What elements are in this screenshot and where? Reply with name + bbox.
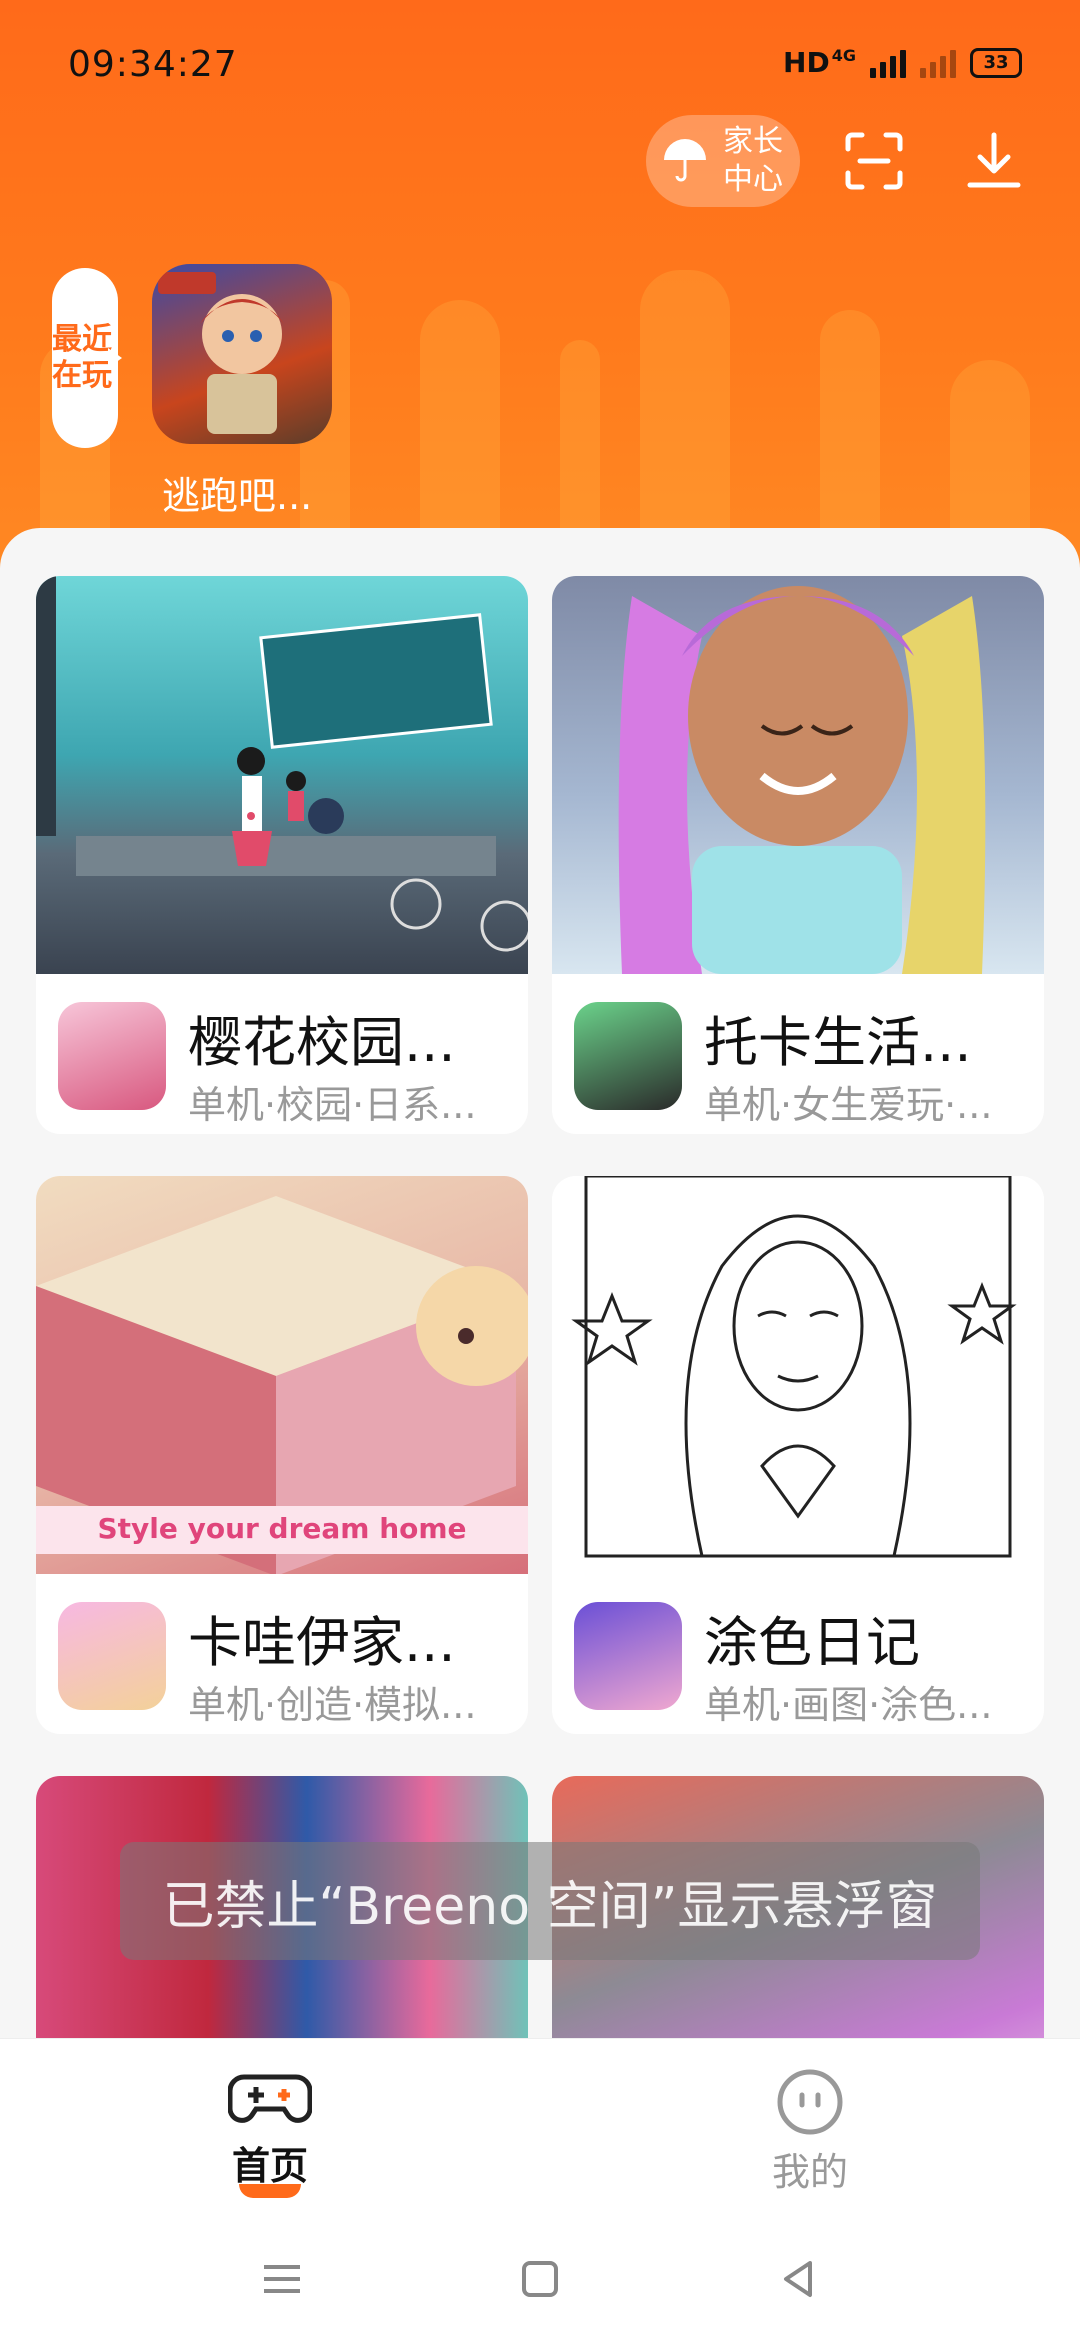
status-bar: 09:34:27 HD 4G 33 [0,0,1080,130]
game-title: 托卡生活... [704,1011,972,1074]
hd-indicator: HD [783,46,830,79]
recent-game-name[interactable]: 逃跑吧... [162,465,362,520]
nav-mine[interactable]: 我的 [710,2067,910,2196]
bottom-navigation: 首页 我的 [0,2038,1080,2219]
menu-icon [264,2265,300,2293]
network-type: 4G [831,46,856,65]
umbrella-icon [658,132,712,190]
game-tags: 单机·创造·模拟... [188,1683,477,1727]
game-card[interactable]: 樱花校园... 单机·校园·日系... [36,576,528,1134]
back-triangle-icon [784,2261,812,2297]
game-card[interactable]: 涂色日记 单机·画图·涂色... [552,1176,1044,1734]
recent-apps-button[interactable] [252,2254,312,2304]
game-screenshot: Style your dream home [36,1176,528,1574]
game-screenshot [552,576,1044,974]
gamepad-icon [228,2074,312,2123]
game-icon [58,1602,166,1710]
active-tab-indicator [239,2184,301,2198]
game-feed: 樱花校园... 单机·校园·日系... 托卡生活... 单机·女生爱玩·... [0,528,1080,2038]
signal-strength-sim2-icon [920,48,956,78]
game-info: 樱花校园... 单机·校园·日系... [36,974,528,1134]
game-tags: 单机·女生爱玩·... [704,1083,993,1127]
smiley-icon [777,2069,843,2135]
game-icon [58,1002,166,1110]
download-button[interactable] [948,115,1040,207]
download-icon [967,132,1021,188]
game-icon [574,1002,682,1110]
game-icon [574,1602,682,1710]
game-tags: 单机·校园·日系... [188,1083,477,1127]
svg-text:Style your dream home: Style your dream home [97,1512,466,1545]
system-navigation-bar [0,2218,1080,2340]
game-screenshot [552,1176,1044,1574]
game-info: 托卡生活... 单机·女生爱玩·... [552,974,1044,1134]
battery-icon: 33 [970,47,1022,78]
recently-played-tag: 最近在玩 [52,268,122,448]
game-title: 涂色日记 [704,1611,920,1674]
game-tags: 单机·画图·涂色... [704,1683,993,1727]
game-info: 卡哇伊家... 单机·创造·模拟... [36,1574,528,1734]
recent-game-icon[interactable] [152,264,332,444]
status-icons: HD 4G 33 [783,46,1022,79]
top-actions: 家长中心 [646,115,1040,207]
game-title: 樱花校园... [188,1011,456,1074]
clock: 09:34:27 [68,44,238,85]
nav-home-label: 首页 [231,2144,308,2188]
signal-strength-icon [870,48,906,78]
scan-button[interactable] [828,115,920,207]
game-card[interactable]: Style your dream home 卡哇伊家... 单机·创造·模拟..… [36,1176,528,1734]
parent-center-label: 家长中心 [723,124,783,197]
game-screenshot [36,576,528,974]
home-button[interactable] [510,2254,570,2304]
home-square-icon [522,2261,558,2297]
game-title: 卡哇伊家... [188,1611,456,1674]
nav-mine-label: 我的 [771,2150,848,2194]
floating-window-toast: 已禁止“Breeno 空间”显示悬浮窗 [120,1842,980,1960]
game-card[interactable]: 托卡生活... 单机·女生爱玩·... [552,576,1044,1134]
parent-center-button[interactable]: 家长中心 [646,115,800,207]
scan-icon [845,132,903,190]
back-button[interactable] [768,2254,828,2304]
game-info: 涂色日记 单机·画图·涂色... [552,1574,1044,1734]
nav-home[interactable]: 首页 [170,2067,370,2198]
